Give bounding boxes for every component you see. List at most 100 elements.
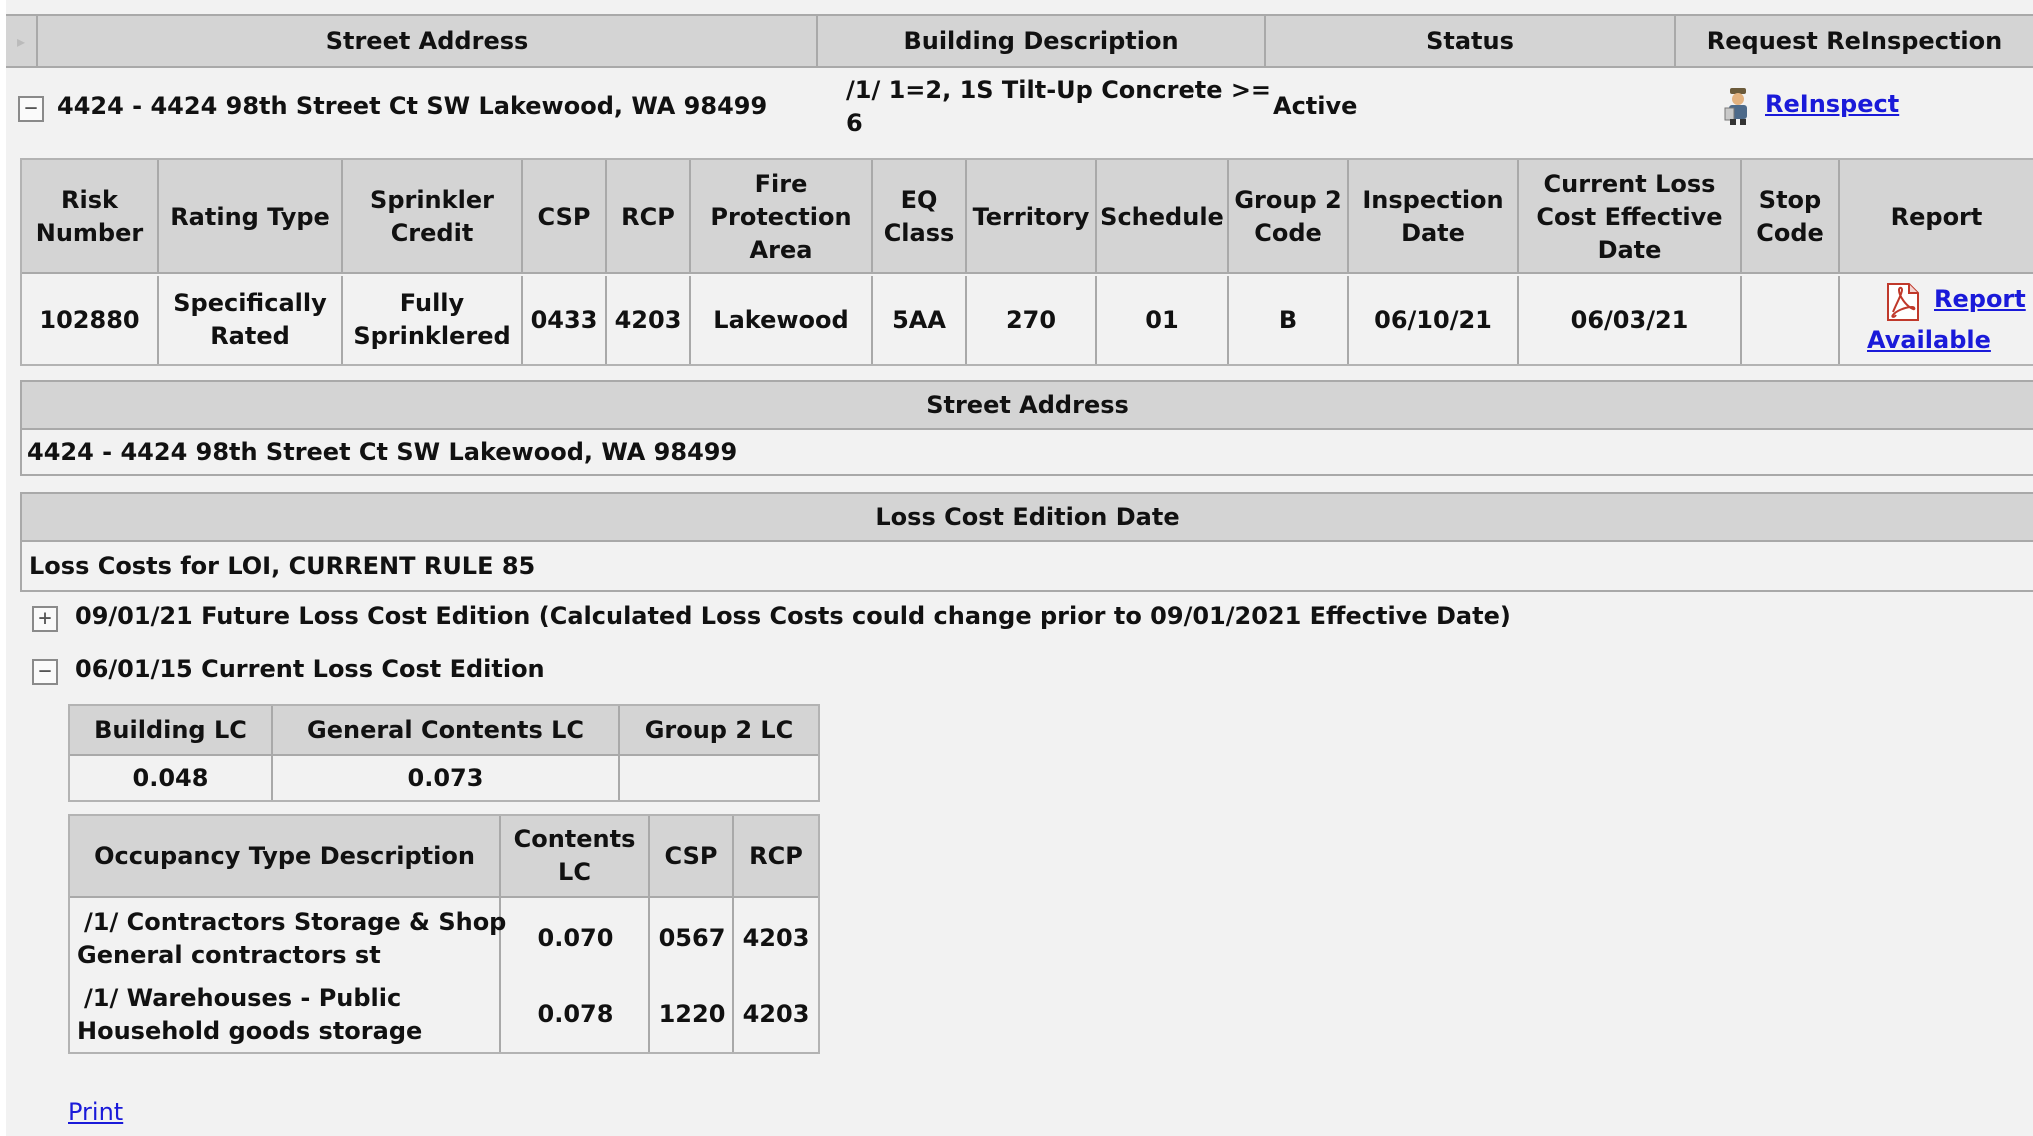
risk-header-rating-type-line1: Rating Type xyxy=(170,202,330,231)
inspector-person-icon[interactable] xyxy=(1721,86,1755,126)
risk-header-eq-class-line2: Class xyxy=(883,219,955,247)
report-link-line1[interactable]: Report xyxy=(1934,283,2026,316)
pdf-file-icon[interactable] xyxy=(1882,282,1922,322)
risk-header-group2-code-line1: Group 2 xyxy=(1234,186,1342,214)
occupancy-header-description: Occupancy Type Description xyxy=(70,816,501,898)
risk-header-sprinkler-credit-line1: Sprinkler xyxy=(370,186,494,214)
risk-header-inspection-date-line1: Inspection xyxy=(1362,186,1504,214)
risk-header-risk-number-line1: Risk xyxy=(61,186,118,214)
risk-header-sprinkler-credit: Sprinkler Credit xyxy=(341,160,521,274)
risk-value-stop-code xyxy=(1740,276,1838,364)
lc-header-building: Building LC xyxy=(70,706,273,756)
occupancy-header-contents-lc-line2: LC xyxy=(558,858,591,886)
occupancy-header-contents-lc: Contents LC xyxy=(501,816,650,898)
header-street-address: Street Address xyxy=(36,14,816,68)
risk-header-sprinkler-credit-line2: Credit xyxy=(390,219,474,247)
risk-value-current-loss-cost-effective-date-line1: 06/03/21 xyxy=(1570,305,1689,334)
expand-all-icon[interactable]: ▸ xyxy=(6,14,36,68)
occupancy-row2-desc-line1: /1/ Warehouses - Public xyxy=(84,984,402,1012)
street-section-value: 4424 - 4424 98th Street Ct SW Lakewood, … xyxy=(27,438,738,466)
risk-value-rating-type-line1: Specifically xyxy=(173,289,327,317)
occupancy-row2-rcp: 4203 xyxy=(742,1000,810,1028)
risk-value-schedule-line1: 01 xyxy=(1145,305,1179,334)
risk-header-fire-protection-area: Fire Protection Area xyxy=(689,160,871,274)
risk-value-territory-line1: 270 xyxy=(1005,305,1057,334)
risk-header-stop-code-line2: Code xyxy=(1756,219,1824,247)
reinspect-link[interactable]: ReInspect xyxy=(1765,88,1899,121)
print-link[interactable]: Print xyxy=(68,1096,123,1129)
lc-value-group2 xyxy=(620,756,818,800)
risk-value-eq-class-line1: 5AA xyxy=(892,305,946,334)
occupancy-row2-contents-lc: 0.078 xyxy=(537,1000,614,1028)
report-link-line2[interactable]: Available xyxy=(1867,324,1991,357)
occupancy-row2-desc-line2: Household goods storage xyxy=(77,1017,423,1045)
risk-value-inspection-date: 06/10/21 xyxy=(1347,276,1517,364)
header-status: Status xyxy=(1264,14,1674,68)
risk-value-fire-protection-area-line1: Lakewood xyxy=(713,305,849,334)
risk-value-csp: 0433 xyxy=(521,276,605,364)
risk-header-stop-code-line1: Stop xyxy=(1758,186,1822,214)
risk-value-current-loss-cost-effective-date: 06/03/21 xyxy=(1517,276,1740,364)
risk-header-territory-line1: Territory xyxy=(972,202,1090,231)
lc-value-general-contents: 0.073 xyxy=(273,756,620,800)
future-edition-label[interactable]: 09/01/21 Future Loss Cost Edition (Calcu… xyxy=(75,600,1511,633)
risk-value-rcp: 4203 xyxy=(605,276,689,364)
risk-value-risk-number: 102880 xyxy=(22,276,157,364)
building-address: 4424 - 4424 98th Street Ct SW Lakewood, … xyxy=(57,92,768,120)
current-edition-label[interactable]: 06/01/15 Current Loss Cost Edition xyxy=(75,653,545,686)
risk-value-sprinkler-credit-line2: Sprinklered xyxy=(353,322,511,350)
risk-value-sprinkler-credit-line1: Fully xyxy=(399,289,465,317)
risk-header-report-line1: Report xyxy=(1890,202,1983,231)
risk-header-current-loss-cost-effective-date: Current Loss Cost Effective Date xyxy=(1517,160,1740,274)
risk-header-csp-line1: CSP xyxy=(537,202,591,231)
risk-header-current-loss-cost-effective-date-line1: Current Loss xyxy=(1543,169,1716,198)
risk-value-group2-code-line1: B xyxy=(1278,305,1298,334)
risk-header-rcp-line1: RCP xyxy=(621,202,675,231)
risk-header-current-loss-cost-effective-date-line2: Cost Effective xyxy=(1536,202,1723,231)
risk-header-report: Report xyxy=(1838,160,2033,274)
risk-value-fire-protection-area: Lakewood xyxy=(689,276,871,364)
risk-value-schedule: 01 xyxy=(1095,276,1227,364)
risk-header-current-loss-cost-effective-date-line3: Date xyxy=(1597,235,1662,264)
risk-value-sprinkler-credit: Fully Sprinklered xyxy=(341,276,521,364)
risk-value-rcp-line1: 4203 xyxy=(614,305,682,334)
occupancy-row1-desc-line1: /1/ Contractors Storage & Shop xyxy=(84,908,507,936)
risk-header-fire-protection-area-line1: Fire xyxy=(754,169,808,198)
lc-value-building: 0.048 xyxy=(70,756,273,800)
occupancy-row1-contents-lc: 0.070 xyxy=(537,924,614,952)
risk-header-eq-class-line1: EQ xyxy=(900,186,938,214)
building-status: Active xyxy=(1273,92,1358,120)
occupancy-header-csp: CSP xyxy=(650,816,734,898)
occupancy-header-contents-lc-line1: Contents xyxy=(513,825,636,853)
left-margin xyxy=(0,0,6,1136)
loss-cost-subtitle: Loss Costs for LOI, CURRENT RULE 85 xyxy=(29,552,536,580)
risk-value-rating-type-line2: Rated xyxy=(210,322,290,350)
occupancy-header-rcp: RCP xyxy=(734,816,818,898)
risk-value-group2-code: B xyxy=(1227,276,1347,364)
risk-header-fire-protection-area-line3: Area xyxy=(749,235,813,264)
risk-value-territory: 270 xyxy=(965,276,1095,364)
risk-value-inspection-date-line1: 06/10/21 xyxy=(1374,305,1492,334)
risk-header-inspection-date-line2: Date xyxy=(1401,219,1465,247)
loss-cost-section-header: Loss Cost Edition Date xyxy=(20,492,2033,542)
risk-header-rcp: RCP xyxy=(605,160,689,274)
expand-future-edition-toggle[interactable]: + xyxy=(32,606,58,632)
occupancy-row1-rcp: 4203 xyxy=(742,924,810,952)
risk-header-eq-class: EQ Class xyxy=(871,160,965,274)
risk-header-risk-number-line2: Number xyxy=(35,219,144,247)
collapse-current-edition-toggle[interactable]: − xyxy=(32,659,58,685)
risk-header-territory: Territory xyxy=(965,160,1095,274)
risk-header-fire-protection-area-line2: Protection xyxy=(710,202,852,231)
building-description-line1: /1/ 1=2, 1S Tilt-Up Concrete >= xyxy=(846,76,1272,104)
risk-header-csp: CSP xyxy=(521,160,605,274)
risk-header-group2-code: Group 2 Code xyxy=(1227,160,1347,274)
risk-header-rating-type: Rating Type xyxy=(157,160,341,274)
risk-header-schedule: Schedule xyxy=(1095,160,1227,274)
risk-header-inspection-date: Inspection Date xyxy=(1347,160,1517,274)
risk-header-stop-code: Stop Code xyxy=(1740,160,1838,274)
occupancy-row1-desc-line2: General contractors st xyxy=(77,941,381,969)
lc-header-group2: Group 2 LC xyxy=(620,706,818,756)
header-request-reinspection: Request ReInspection xyxy=(1674,14,2033,68)
collapse-building-toggle[interactable]: − xyxy=(18,96,44,122)
risk-header-risk-number: Risk Number xyxy=(22,160,157,274)
